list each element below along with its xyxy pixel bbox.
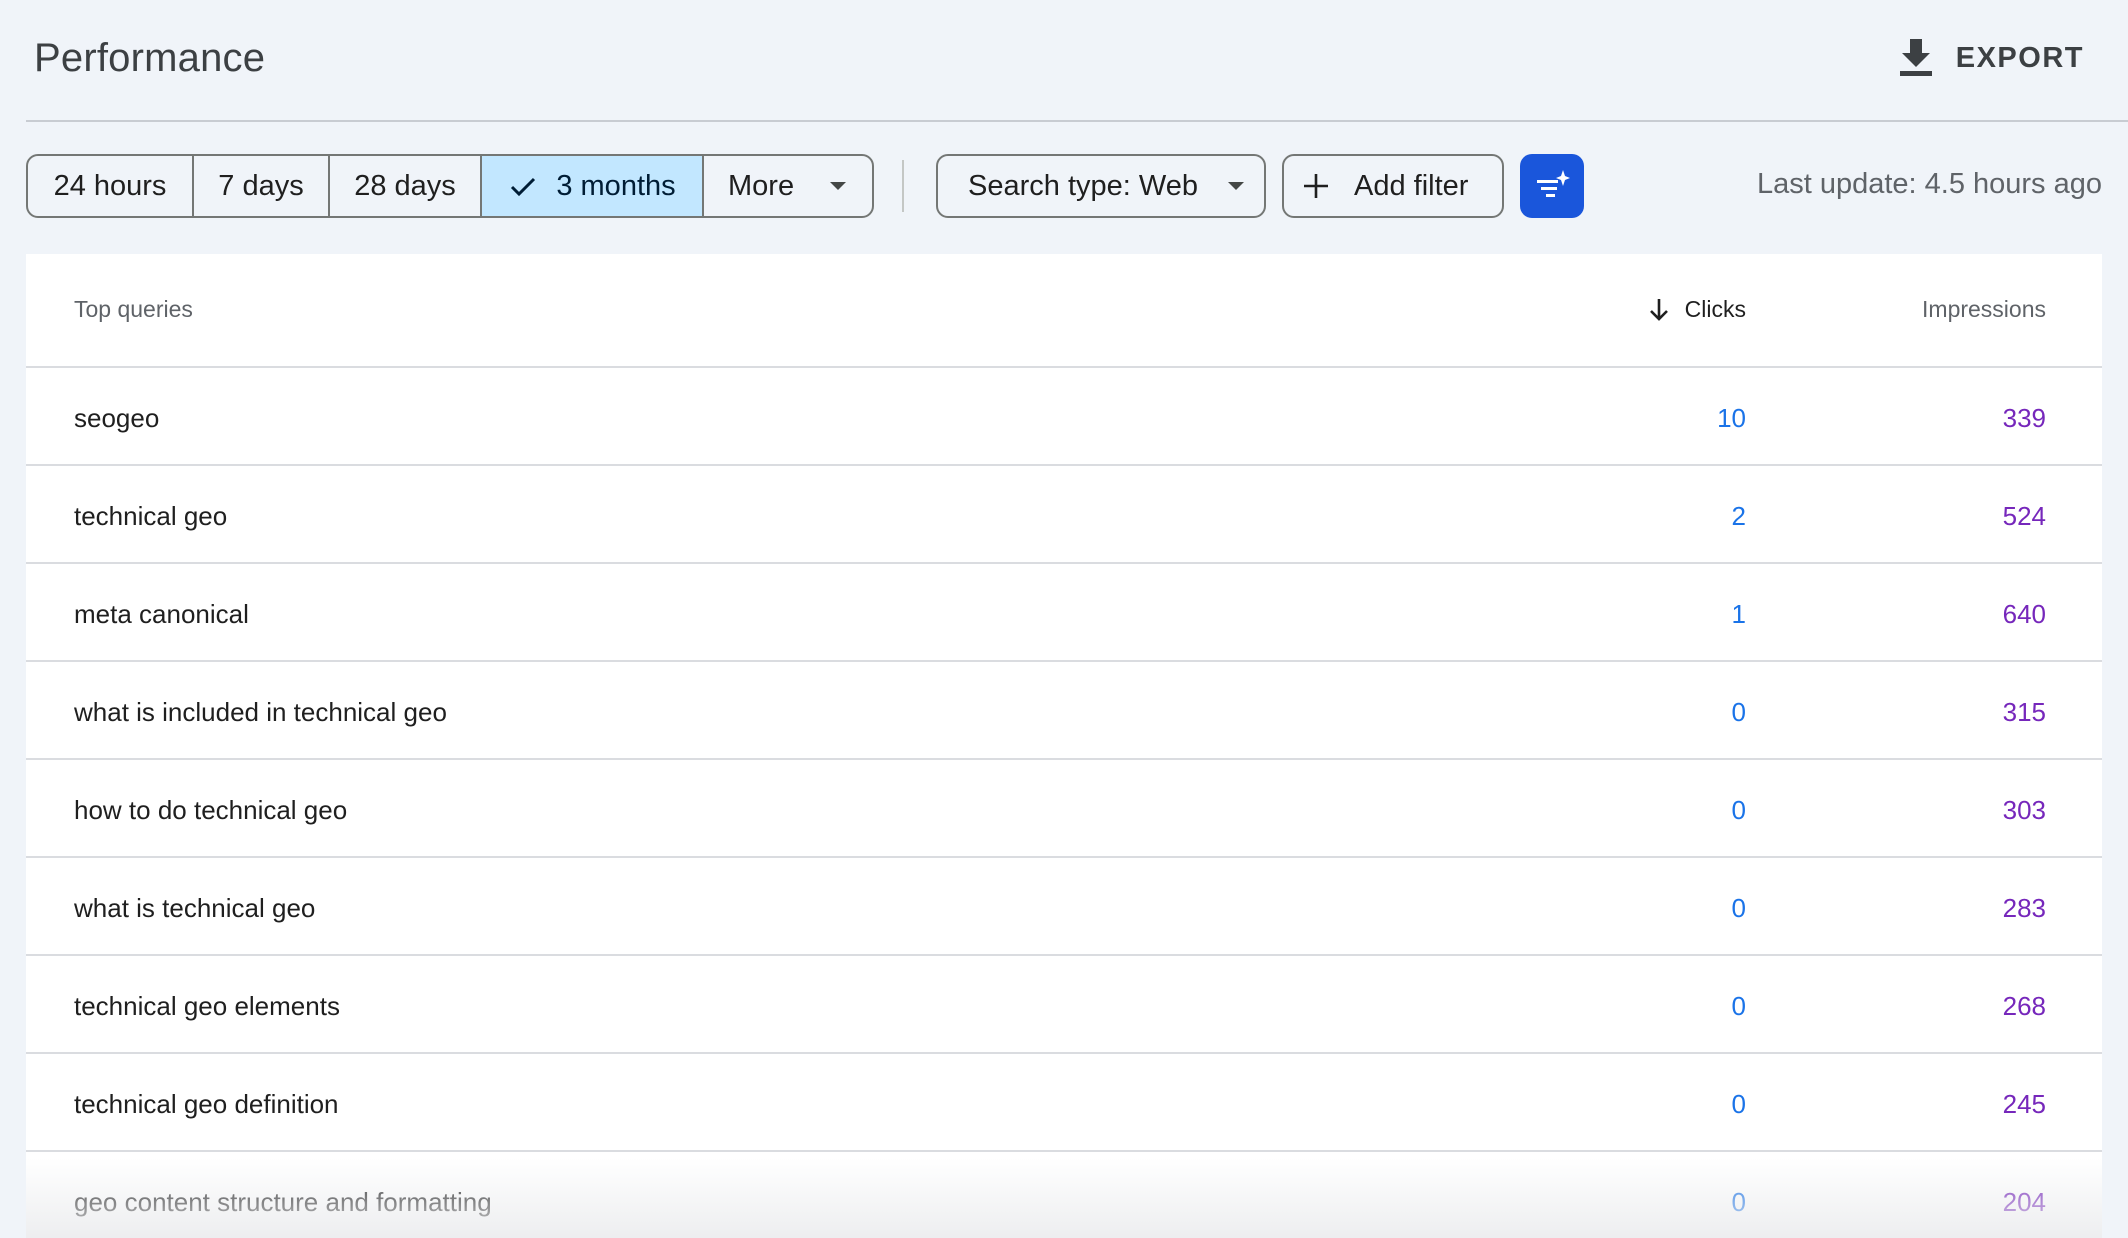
impressions-cell: 268 [2002, 991, 2046, 1021]
range-28-days[interactable]: 28 days [330, 156, 482, 216]
performance-page: Performance EXPORT 24 hours 7 days 28 da… [0, 0, 2128, 1238]
table-row[interactable]: technical geo elements 0 268 [26, 956, 2102, 1054]
column-header-impressions[interactable]: Impressions [1922, 296, 2046, 323]
more-label: More [728, 169, 795, 202]
clicks-cell: 0 [1731, 697, 1746, 727]
export-label: EXPORT [1955, 41, 2084, 74]
table-row[interactable]: geo content structure and formatting 0 2… [26, 1152, 2102, 1238]
header-divider [26, 120, 2128, 122]
query-cell: technical geo definition [74, 1089, 339, 1119]
query-cell: geo content structure and formatting [74, 1187, 492, 1217]
query-cell: meta canonical [74, 599, 249, 629]
query-cell: technical geo [74, 501, 228, 531]
table-row[interactable]: meta canonical 1 640 [26, 564, 2102, 662]
clicks-cell: 0 [1731, 893, 1746, 923]
table-row[interactable]: how to do technical geo 0 303 [26, 760, 2102, 858]
clicks-cell: 0 [1731, 1089, 1746, 1119]
impressions-cell: 640 [2002, 599, 2046, 629]
impressions-cell: 524 [2002, 501, 2046, 531]
range-7-days[interactable]: 7 days [194, 156, 330, 216]
table-row[interactable]: what is technical geo 0 283 [26, 858, 2102, 956]
clicks-cell: 10 [1717, 403, 1746, 433]
last-update-text: Last update: 4.5 hours ago [1756, 168, 2102, 200]
table-row[interactable]: what is included in technical geo 0 315 [26, 662, 2102, 760]
check-icon [511, 177, 536, 197]
range-3-months-label: 3 months [556, 169, 676, 202]
query-cell: what is technical geo [74, 893, 316, 923]
caret-down-icon [830, 182, 847, 190]
column-header-query[interactable]: Top queries [74, 296, 193, 323]
caret-down-icon [1227, 182, 1244, 190]
table-row[interactable]: seogeo 10 339 [26, 368, 2102, 466]
search-type-label: Search type: Web [968, 169, 1198, 202]
impressions-cell: 283 [2002, 893, 2046, 923]
query-cell: how to do technical geo [74, 795, 348, 825]
table-row[interactable]: technical geo 2 524 [26, 466, 2102, 564]
table-row[interactable]: technical geo definition 0 245 [26, 1054, 2102, 1152]
sparkle-filter-icon [1537, 170, 1570, 197]
impressions-cell: 339 [2002, 403, 2046, 433]
clicks-cell: 0 [1731, 795, 1746, 825]
download-icon [1898, 39, 1934, 77]
add-filter-button[interactable]: Add filter [1282, 154, 1504, 218]
range-more-dropdown[interactable]: More [704, 156, 872, 216]
clicks-cell: 1 [1731, 599, 1746, 629]
clicks-cell: 0 [1731, 991, 1746, 1021]
impressions-cell: 315 [2002, 697, 2046, 727]
range-3-months[interactable]: 3 months [482, 156, 704, 216]
top-queries-table: Top queries Clicks Impressions seogeo 10… [26, 254, 2102, 1238]
query-cell: technical geo elements [74, 991, 340, 1021]
range-24-hours[interactable]: 24 hours [28, 156, 194, 216]
toolbar-divider [902, 160, 904, 212]
clicks-cell: 2 [1731, 501, 1746, 531]
clicks-header-label: Clicks [1684, 296, 1746, 322]
column-header-clicks[interactable]: Clicks [1647, 296, 1746, 323]
add-filter-label: Add filter [1354, 169, 1469, 202]
date-range-selector: 24 hours 7 days 28 days 3 months More [26, 154, 874, 218]
table-header: Top queries Clicks Impressions [26, 254, 2102, 368]
query-cell: what is included in technical geo [74, 697, 447, 727]
search-type-dropdown[interactable]: Search type: Web [936, 154, 1266, 218]
impressions-cell: 303 [2002, 795, 2046, 825]
query-cell: seogeo [74, 403, 160, 433]
arrow-down-icon [1649, 298, 1668, 321]
filter-toolbar: 24 hours 7 days 28 days 3 months More Se… [26, 154, 2102, 218]
impressions-cell: 204 [2002, 1187, 2046, 1217]
page-title: Performance [34, 36, 266, 80]
page-header: Performance EXPORT [0, 0, 2128, 120]
clicks-cell: 0 [1731, 1187, 1746, 1217]
plus-icon [1304, 174, 1328, 198]
ai-filter-button[interactable] [1520, 154, 1584, 218]
impressions-cell: 245 [2002, 1089, 2046, 1119]
export-button[interactable]: EXPORT [1898, 34, 2084, 82]
